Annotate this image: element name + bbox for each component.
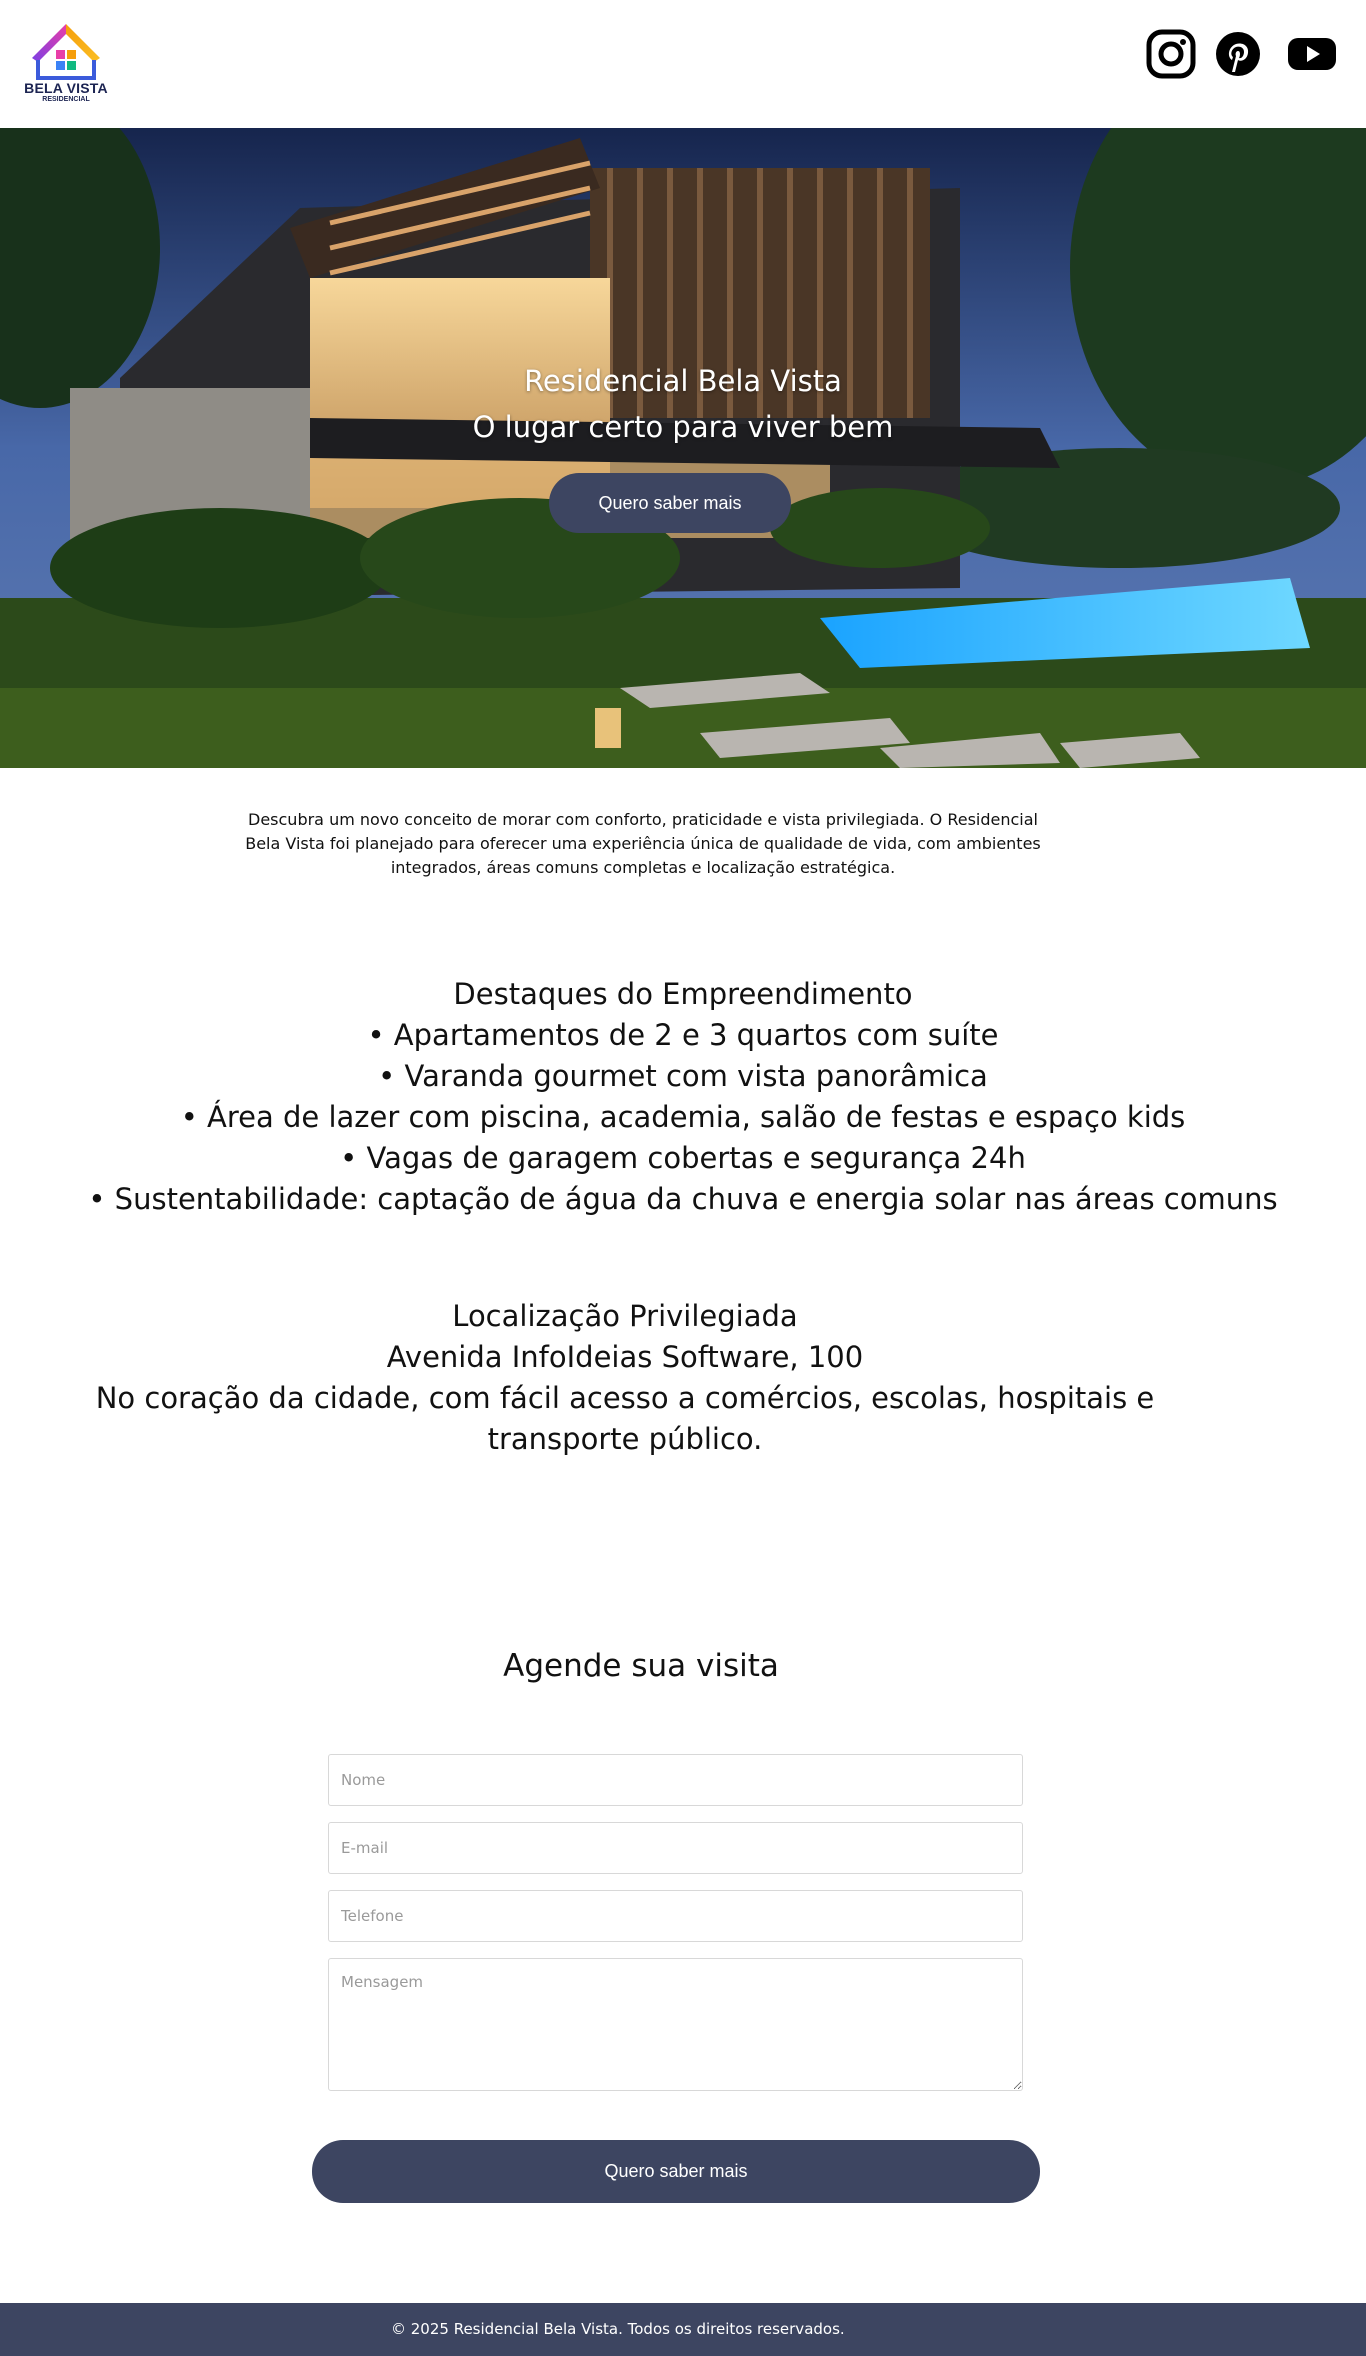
logo-name: BELA VISTA: [24, 80, 108, 96]
email-field[interactable]: [328, 1822, 1023, 1874]
instagram-icon: [1146, 29, 1196, 79]
submit-button[interactable]: Quero saber mais: [312, 2140, 1040, 2203]
house-logo-icon: [32, 24, 100, 80]
youtube-icon: [1288, 38, 1336, 70]
instagram-link[interactable]: [1144, 26, 1198, 82]
highlight-item: • Varanda gourmet com vista panorâmica: [378, 1059, 988, 1093]
location-title: Localização Privilegiada: [452, 1299, 798, 1333]
pinterest-icon: [1216, 32, 1260, 76]
hero-cta-button[interactable]: Quero saber mais: [549, 473, 791, 533]
hero-subtitle: O lugar certo para viver bem: [472, 410, 894, 444]
location-address: Avenida InfoIdeias Software, 100: [386, 1340, 864, 1374]
intro-text: Descubra um novo conceito de morar com c…: [245, 810, 1041, 877]
highlight-item: • Sustentabilidade: captação de água da …: [88, 1182, 1278, 1216]
hero-title: Residencial Bela Vista: [524, 364, 842, 398]
bela-vista-logo[interactable]: BELA VISTA RESIDENCIAL: [24, 22, 108, 108]
location-section: Localização Privilegiada Avenida InfoIde…: [40, 1296, 1210, 1460]
form-title: Agende sua visita: [503, 1648, 779, 1684]
message-field[interactable]: [328, 1958, 1023, 2091]
youtube-link[interactable]: [1284, 26, 1340, 82]
footer-copyright: © 2025 Residencial Bela Vista. Todos os …: [391, 2320, 845, 2338]
highlights-section: Destaques do Empreendimento • Apartament…: [0, 974, 1366, 1220]
site-footer: © 2025 Residencial Bela Vista. Todos os …: [0, 2303, 1366, 2356]
highlight-item: • Vagas de garagem cobertas e segurança …: [340, 1141, 1026, 1175]
pinterest-link[interactable]: [1212, 26, 1264, 82]
highlights-title: Destaques do Empreendimento: [453, 977, 913, 1011]
logo-subtitle: RESIDENCIAL: [42, 96, 90, 103]
hero-banner: Residencial Bela Vista O lugar certo par…: [0, 128, 1366, 768]
site-header: BELA VISTA RESIDENCIAL: [0, 0, 1366, 128]
highlight-item: • Apartamentos de 2 e 3 quartos com suít…: [367, 1018, 999, 1052]
name-field[interactable]: [328, 1754, 1023, 1806]
highlight-item: • Área de lazer com piscina, academia, s…: [180, 1100, 1186, 1134]
location-description: No coração da cidade, com fácil acesso a…: [95, 1381, 1155, 1456]
phone-field[interactable]: [328, 1890, 1023, 1942]
hero-house-image: [0, 128, 1366, 768]
